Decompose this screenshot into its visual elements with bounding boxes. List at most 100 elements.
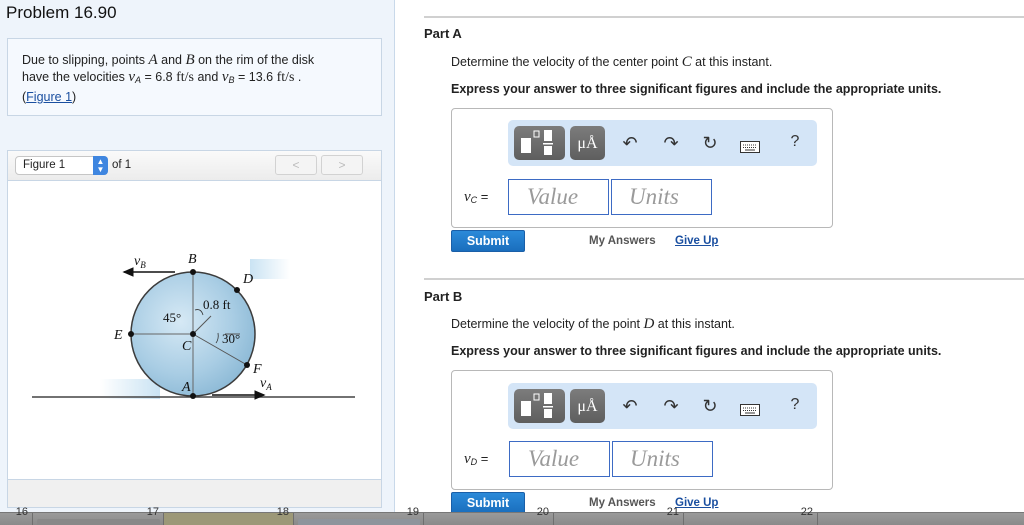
question-text: Determine the velocity of the point	[451, 317, 644, 331]
svg-text:vB: vB	[134, 254, 146, 270]
figure-toolbar: Figure 1 ▲ ▼ of 1 < >	[8, 151, 381, 181]
vb-value: = 13.6	[234, 70, 277, 84]
point-b	[190, 269, 196, 275]
units-icon: μÅ	[577, 135, 598, 152]
part-a-title: Part A	[424, 26, 462, 41]
units-button[interactable]: μÅ	[570, 126, 605, 160]
keyboard-icon[interactable]	[739, 400, 761, 421]
point-c	[190, 331, 196, 337]
point-b-symbol: B	[185, 52, 195, 68]
statement-text: and	[194, 70, 222, 84]
question-symbol: D	[643, 316, 655, 332]
part-a-submit-button[interactable]: Submit	[451, 230, 525, 252]
chevron-right-icon: >	[338, 158, 346, 172]
vd-label: vD =	[464, 451, 488, 468]
redo-icon[interactable]: ↷	[660, 396, 682, 417]
help-button[interactable]: ?	[784, 133, 806, 151]
calendar-strip: 16 17 18 19 20 21 22	[0, 506, 1024, 525]
va-unit: ft/s	[176, 70, 194, 85]
templates-button[interactable]	[514, 126, 565, 160]
vc-units-input[interactable]: Units	[611, 179, 712, 215]
redo-icon[interactable]: ↷	[660, 133, 682, 154]
eq-symbol: v	[464, 451, 471, 467]
calendar-day[interactable]: 18	[164, 506, 294, 525]
calendar-day[interactable]: 16	[0, 506, 33, 525]
chevron-left-icon: <	[292, 158, 300, 172]
next-figure-button[interactable]: >	[321, 155, 363, 175]
part-b-my-answers[interactable]: My Answers	[589, 497, 656, 509]
calendar-event[interactable]	[37, 519, 160, 525]
point-d	[234, 287, 240, 293]
vd-units-input[interactable]: Units	[612, 441, 713, 477]
calendar-day[interactable]: 19	[294, 506, 424, 525]
point-a	[190, 393, 196, 399]
templates-icon	[521, 130, 553, 155]
part-a-my-answers[interactable]: My Answers	[589, 235, 656, 247]
question-text: at this instant.	[691, 55, 773, 69]
point-e	[128, 331, 134, 337]
vc-label: vC =	[464, 189, 488, 206]
statement-text: .	[294, 70, 302, 84]
reset-icon[interactable]: ↻	[699, 396, 721, 417]
help-button[interactable]: ?	[784, 396, 806, 414]
label-f: F	[252, 362, 262, 377]
motion-blur	[100, 379, 160, 399]
disk-diagram: vB B D E C F A vA 0.8 ft 45° 30°	[32, 252, 355, 400]
statement-text: Due to slipping, points	[22, 53, 149, 67]
label-distance: 0.8 ft	[203, 297, 231, 312]
day-number: 19	[406, 506, 419, 518]
label-a: A	[181, 380, 191, 395]
figure-count: of 1	[112, 159, 132, 171]
chevron-updown-icon: ▲ ▼	[93, 156, 108, 175]
part-a-answer-box: μÅ ↶ ↷ ↻ ? vC = Value Units	[451, 108, 833, 228]
calendar-day[interactable]: 21	[554, 506, 684, 525]
part-a-give-up-link[interactable]: Give Up	[675, 235, 718, 247]
day-number: 18	[276, 506, 289, 518]
part-b-submit-button[interactable]: Submit	[451, 492, 525, 514]
figure-footer	[8, 479, 381, 507]
label-va-sub: A	[265, 382, 272, 392]
statement-text: have the velocities	[22, 70, 129, 84]
vd-value-input[interactable]: Value	[509, 441, 610, 477]
units-icon: μÅ	[577, 398, 598, 415]
part-b-question: Determine the velocity of the point D at…	[451, 316, 735, 333]
units-button[interactable]: μÅ	[570, 389, 605, 423]
figure-select[interactable]: Figure 1 ▲ ▼	[15, 156, 108, 175]
calendar-day[interactable]: 20	[424, 506, 554, 525]
eq-sign: =	[477, 189, 489, 204]
day-number: 20	[536, 506, 549, 518]
statement-text: and	[157, 53, 186, 67]
reset-icon[interactable]: ↻	[699, 133, 721, 154]
part-a-instruction: Express your answer to three significant…	[451, 82, 942, 96]
templates-button[interactable]	[514, 389, 565, 423]
eq-sign: =	[477, 451, 489, 466]
part-b-instruction: Express your answer to three significant…	[451, 344, 942, 358]
undo-icon[interactable]: ↶	[619, 396, 641, 417]
figure-link[interactable]: Figure 1	[26, 90, 72, 104]
vc-value-input[interactable]: Value	[508, 179, 609, 215]
label-b: B	[188, 252, 197, 267]
part-b-give-up-link[interactable]: Give Up	[675, 497, 718, 509]
day-number: 21	[666, 506, 679, 518]
math-toolbar: μÅ ↶ ↷ ↻ ?	[508, 383, 817, 429]
va-symbol: v	[128, 69, 135, 85]
va-value: = 6.8	[141, 70, 177, 84]
keyboard-icon[interactable]	[739, 137, 761, 158]
calendar-day[interactable]: 22	[684, 506, 818, 525]
paren: )	[72, 90, 77, 104]
point-a-symbol: A	[148, 52, 158, 68]
label-angle-45: 45°	[163, 310, 181, 325]
math-toolbar: μÅ ↶ ↷ ↻ ?	[508, 120, 817, 166]
prev-figure-button[interactable]: <	[275, 155, 317, 175]
undo-icon[interactable]: ↶	[619, 133, 641, 154]
day-number: 22	[800, 506, 813, 518]
calendar-event[interactable]	[298, 519, 420, 525]
label-e: E	[113, 328, 123, 343]
question-text: Determine the velocity of the center poi…	[451, 55, 682, 69]
vb-unit: ft/s	[276, 70, 295, 85]
problem-statement: Due to slipping, points A and B on the r…	[7, 38, 382, 116]
label-c: C	[182, 339, 192, 354]
calendar-day[interactable]: 17	[33, 506, 164, 525]
part-divider	[424, 16, 1024, 18]
eq-symbol: v	[464, 189, 471, 205]
